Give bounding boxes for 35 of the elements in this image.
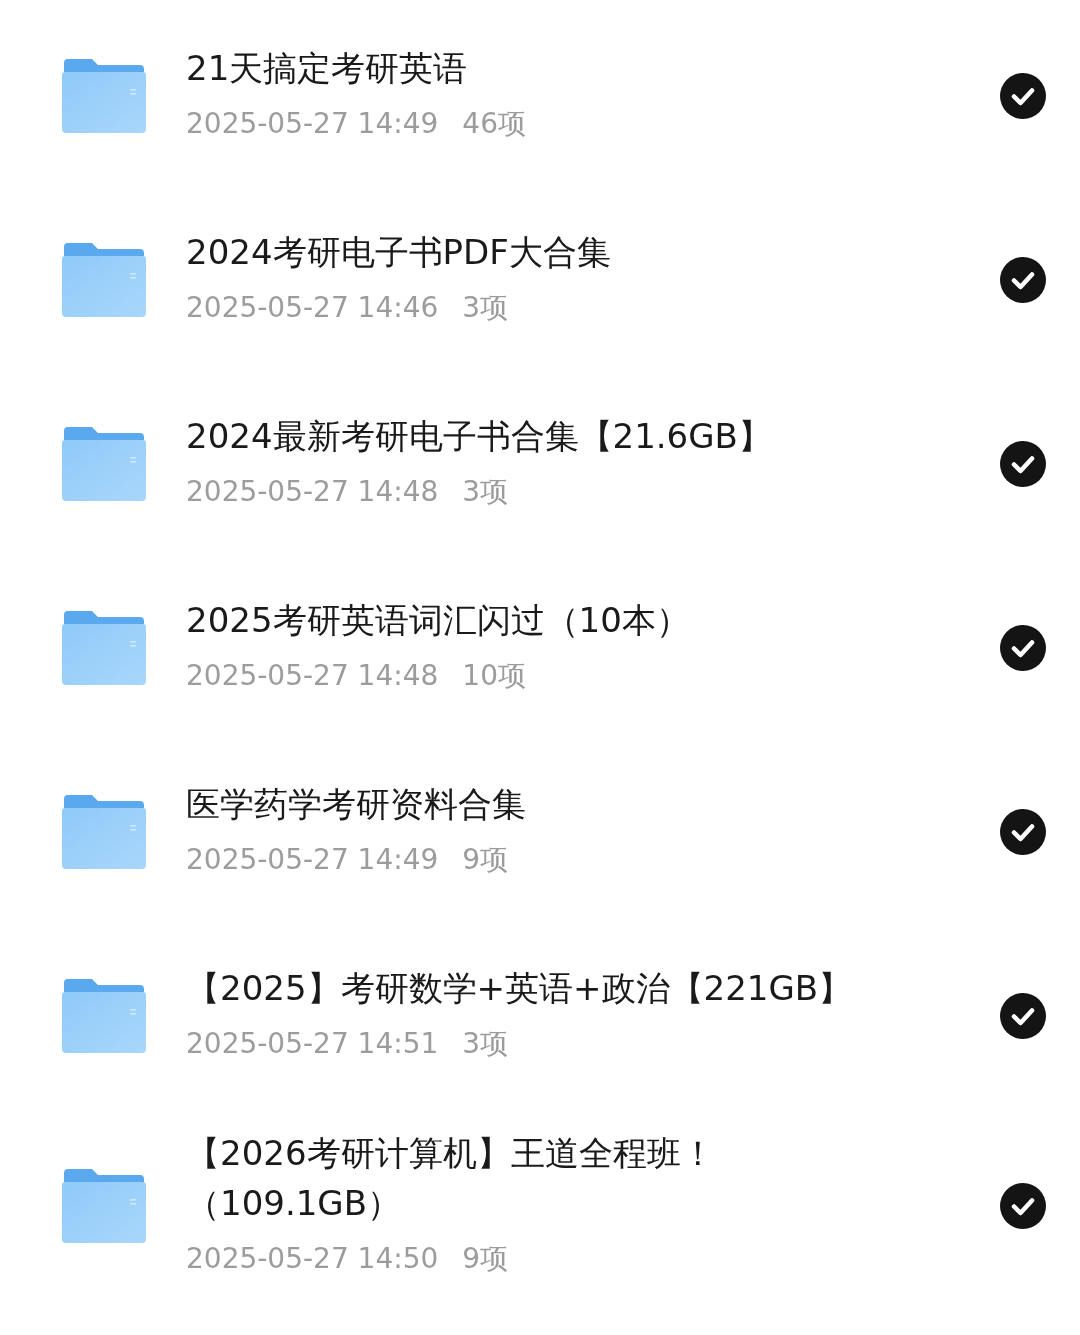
folder-icon <box>62 243 146 317</box>
folder-name: 2025考研英语词汇闪过（10本） <box>186 599 691 642</box>
item-count: 3项 <box>462 290 509 326</box>
modified-date: 2025-05-27 14:48 <box>186 658 439 694</box>
checkbox[interactable] <box>1000 441 1046 487</box>
checkbox[interactable] <box>1000 993 1046 1039</box>
modified-date: 2025-05-27 14:50 <box>186 1241 439 1277</box>
checkbox[interactable] <box>1000 625 1046 671</box>
modified-date: 2025-05-27 14:49 <box>186 106 439 142</box>
folder-icon <box>62 427 146 501</box>
modified-date: 2025-05-27 14:46 <box>186 290 439 326</box>
item-count: 9项 <box>462 1241 509 1277</box>
folder-name: 【2025】考研数学+英语+政治【221GB】 <box>186 967 854 1010</box>
folder-icon <box>62 611 146 685</box>
checkbox[interactable] <box>1000 73 1046 119</box>
folder-name: 医学药学考研资料合集 <box>186 783 527 826</box>
modified-date: 2025-05-27 14:49 <box>186 842 439 878</box>
item-count: 3项 <box>462 474 509 510</box>
checkbox[interactable] <box>1000 257 1046 303</box>
modified-date: 2025-05-27 14:51 <box>186 1026 439 1062</box>
folder-name: 2024最新考研电子书合集【21.6GB】 <box>186 415 773 458</box>
folder-icon <box>62 1169 146 1243</box>
folder-icon <box>62 59 146 133</box>
item-count: 9项 <box>462 842 509 878</box>
checkbox[interactable] <box>1000 1183 1046 1229</box>
folder-icon <box>62 979 146 1053</box>
item-count: 46项 <box>462 106 526 142</box>
folder-icon <box>62 795 146 869</box>
folder-name: 【2026考研计算机】王道全程班！（109.1GB） <box>186 1132 716 1225</box>
item-count: 3项 <box>462 1026 509 1062</box>
folder-name: 2024考研电子书PDF大合集 <box>186 231 612 274</box>
folder-name: 21天搞定考研英语 <box>186 47 469 90</box>
modified-date: 2025-05-27 14:48 <box>186 474 439 510</box>
checkbox[interactable] <box>1000 809 1046 855</box>
item-count: 10项 <box>462 658 526 694</box>
